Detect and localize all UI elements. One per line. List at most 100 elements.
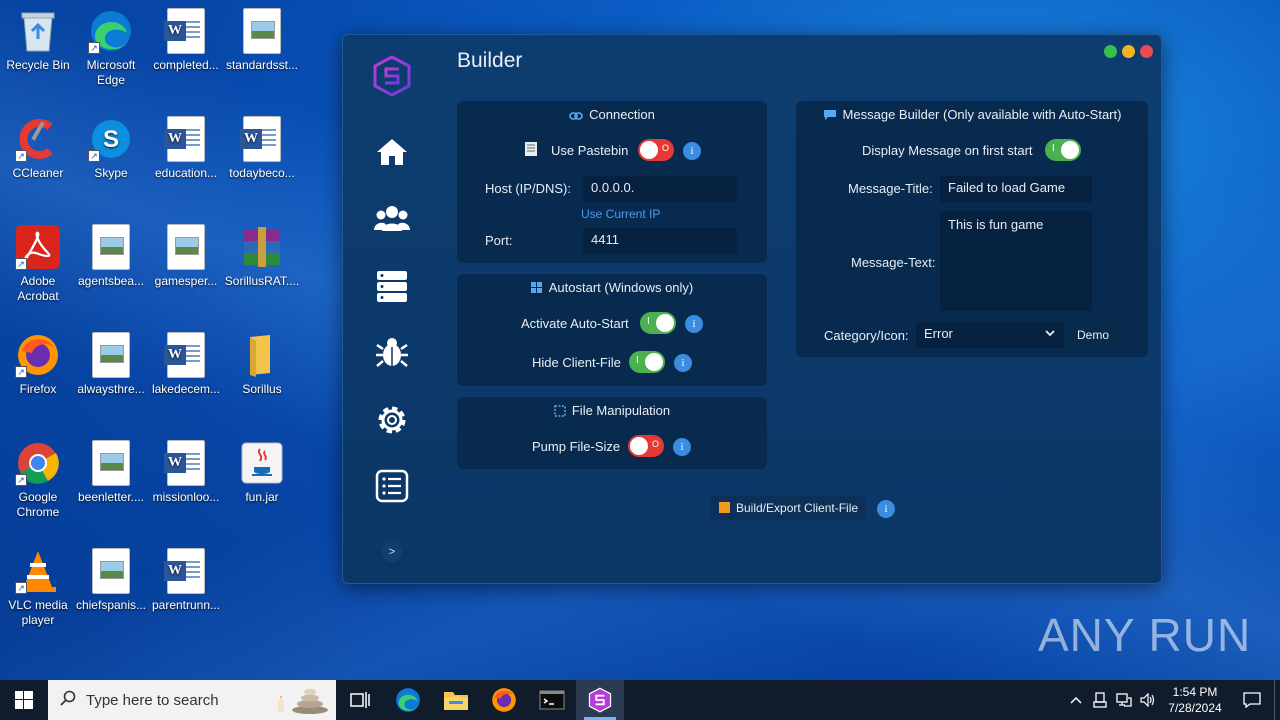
log-list-icon[interactable] (373, 467, 411, 505)
message-builder-title-text: Message Builder (Only available with Aut… (842, 107, 1122, 122)
message-title-input[interactable]: Failed to load Game (940, 176, 1092, 202)
image-file-icon (163, 224, 209, 270)
desktop-icon-lakedecem[interactable]: W lakedecem... (148, 332, 224, 397)
autostart-info-icon[interactable]: i (685, 315, 703, 333)
host-label: Host (IP/DNS): (485, 181, 571, 196)
desktop-icon-ccleaner[interactable]: ↗ CCleaner (0, 116, 76, 181)
desktop-icon-label: parentrunn... (151, 598, 221, 612)
windows-logo-icon (15, 691, 33, 709)
desktop-icon-microsoft-edge[interactable]: ↗ Microsoft Edge (73, 8, 149, 88)
desktop-icon-label: missionloo... (152, 490, 220, 504)
usb-device-icon[interactable] (1088, 692, 1112, 708)
taskbar-search-box[interactable]: Type here to search (48, 680, 336, 720)
start-button[interactable] (0, 680, 48, 720)
bug-builder-icon[interactable] (373, 333, 411, 371)
desktop-icon-firefox[interactable]: ↗ Firefox (0, 332, 76, 397)
sidebar: > (343, 35, 439, 583)
desktop-icon-sorillusrat[interactable]: SorillusRAT.... (224, 224, 300, 289)
word-document-icon: W (163, 440, 209, 486)
taskbar-terminal[interactable] (528, 680, 576, 720)
pump-info-icon[interactable]: i (673, 438, 691, 456)
builder-window: > Builder Connection Use Pastebin O i Ho… (342, 34, 1162, 584)
skype-icon: S ↗ (88, 116, 134, 162)
desktop-icon-vlc[interactable]: ↗ VLC media player (0, 548, 76, 628)
message-builder-title: Message Builder (Only available with Aut… (796, 107, 1148, 124)
task-view-button[interactable] (336, 680, 384, 720)
taskbar: Type here to search 1:54 PM 7/28/2024 (0, 680, 1280, 720)
desktop-icon-education[interactable]: W education... (148, 116, 224, 181)
desktop-icon-parentrunn[interactable]: W parentrunn... (148, 548, 224, 613)
taskbar-firefox[interactable] (480, 680, 528, 720)
connection-panel: Connection Use Pastebin O i Host (IP/DNS… (457, 101, 767, 263)
use-current-ip-link[interactable]: Use Current IP (581, 207, 660, 221)
pump-file-size-toggle[interactable]: O (628, 435, 664, 457)
settings-gear-icon[interactable] (373, 401, 411, 439)
home-icon[interactable] (373, 133, 411, 171)
hide-client-file-toggle[interactable]: I (629, 351, 665, 373)
recycle-bin-icon (15, 8, 61, 54)
use-pastebin-toggle[interactable]: O (638, 139, 674, 161)
desktop-icon-fun-jar[interactable]: fun.jar (224, 440, 300, 505)
desktop-icon-google-chrome[interactable]: ↗ Google Chrome (0, 440, 76, 520)
chrome-icon: ↗ (15, 440, 61, 486)
message-text-textarea[interactable]: This is fun game (940, 211, 1092, 311)
sidebar-collapse-button[interactable]: > (382, 542, 402, 562)
build-info-icon[interactable]: i (877, 500, 895, 518)
host-input[interactable]: 0.0.0.0. (583, 176, 737, 202)
activate-autostart-toggle[interactable]: I (640, 312, 676, 334)
winrar-archive-icon (239, 224, 285, 270)
hide-file-info-icon[interactable]: i (674, 354, 692, 372)
desktop-icon-label: beenletter.... (77, 490, 145, 504)
file-manipulation-title-text: File Manipulation (571, 403, 671, 418)
use-pastebin-label: Use Pastebin (551, 143, 629, 158)
task-view-icon (350, 692, 370, 708)
toggle-mark: I (647, 316, 650, 327)
chevron-up-icon[interactable] (1064, 695, 1088, 705)
desktop-icon-chiefspanis[interactable]: chiefspanis... (73, 548, 149, 613)
desktop-icon-skype[interactable]: S ↗ Skype (73, 116, 149, 181)
port-input[interactable]: 4411 (583, 228, 737, 254)
server-icon[interactable] (373, 267, 411, 305)
close-button[interactable] (1140, 45, 1153, 58)
desktop-icon-agentsbea[interactable]: agentsbea... (73, 224, 149, 289)
desktop-icon-recycle-bin[interactable]: Recycle Bin (0, 8, 76, 73)
build-export-label: Build/Export Client-File (736, 501, 859, 515)
shortcut-arrow-icon: ↗ (15, 366, 27, 378)
desktop-icon-label: alwaysthre... (77, 382, 145, 396)
toggle-knob (630, 437, 648, 455)
desktop-icon-alwaysthre[interactable]: alwaysthre... (73, 332, 149, 397)
notification-icon[interactable] (1230, 692, 1274, 708)
firefox-icon (492, 688, 516, 712)
clients-users-icon[interactable] (373, 199, 411, 237)
image-file-icon (88, 440, 134, 486)
desktop-icon-missionloo[interactable]: W missionloo... (148, 440, 224, 505)
desktop-icon-beenletter[interactable]: beenletter.... (73, 440, 149, 505)
network-icon[interactable] (1112, 693, 1136, 707)
autostart-panel: Autostart (Windows only) Activate Auto-S… (457, 274, 767, 386)
desktop-icon-todaybeco[interactable]: W todaybeco... (224, 116, 300, 181)
build-export-button[interactable]: Build/Export Client-File (711, 496, 867, 520)
volume-icon[interactable] (1136, 693, 1160, 707)
desktop-icon-standardsst[interactable]: standardsst... (224, 8, 300, 73)
display-message-toggle[interactable]: I (1045, 139, 1081, 161)
taskbar-clock[interactable]: 1:54 PM 7/28/2024 (1160, 684, 1230, 716)
vlc-icon: ↗ (15, 548, 61, 594)
taskbar-edge[interactable] (384, 680, 432, 720)
desktop-icon-label: Sorillus (242, 382, 282, 396)
system-tray: 1:54 PM 7/28/2024 (1064, 680, 1280, 720)
show-desktop-button[interactable] (1274, 680, 1280, 720)
pastebin-info-icon[interactable]: i (683, 142, 701, 160)
desktop-icon-sorillus-folder[interactable]: Sorillus (224, 332, 300, 397)
minimize-button[interactable] (1122, 45, 1135, 58)
demo-button[interactable]: Demo (1069, 323, 1118, 347)
file-explorer-icon (444, 692, 468, 710)
desktop-icon-gamesper[interactable]: gamesper... (148, 224, 224, 289)
terminal-icon (539, 690, 565, 710)
taskbar-file-explorer[interactable] (432, 680, 480, 720)
maximize-button[interactable] (1104, 45, 1117, 58)
category-select[interactable]: Error (916, 322, 1064, 348)
taskbar-sorillus[interactable] (576, 680, 624, 720)
word-document-icon: W (163, 548, 209, 594)
desktop-icon-completed[interactable]: W completed... (148, 8, 224, 73)
desktop-icon-adobe-acrobat[interactable]: ↗ Adobe Acrobat (0, 224, 76, 304)
